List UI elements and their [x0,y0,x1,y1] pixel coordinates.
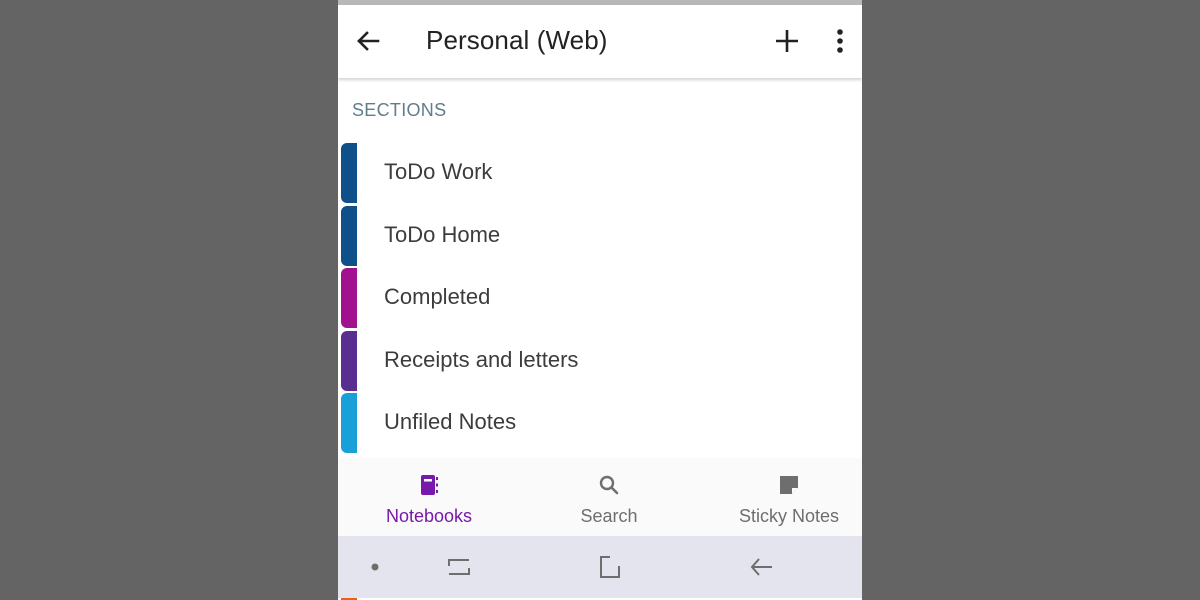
more-vertical-icon [837,29,843,53]
system-navigation-bar [338,536,862,598]
section-color-tab [341,143,357,203]
recent-apps-icon [448,559,470,575]
section-item[interactable]: Completed [338,267,862,329]
home-icon [600,556,620,578]
back-button[interactable] [352,25,384,57]
tab-sticky-notes[interactable]: Sticky Notes [734,458,844,536]
tab-search[interactable]: Search [558,458,660,536]
recent-apps-button[interactable] [443,552,475,582]
section-label: Unfiled Notes [384,409,517,434]
dot-icon [371,563,379,571]
plus-icon [776,30,798,52]
section-label: ToDo Home [384,222,501,247]
page-title: Personal (Web) [426,25,608,55]
bottom-navigation: Notebooks Search Sticky Notes [338,458,862,536]
system-back-button[interactable] [745,552,777,582]
sections-header: SECTIONS [352,100,447,120]
search-icon [599,475,619,495]
section-label: Receipts and letters [384,347,579,372]
section-label: ToDo Work [384,159,493,184]
section-label: Completed [384,284,491,309]
more-options-button[interactable] [834,25,846,57]
add-section-button[interactable] [772,25,802,57]
section-item[interactable]: Receipts and letters [338,330,862,392]
tab-label: Sticky Notes [738,506,840,526]
section-color-tab [341,393,357,453]
sticky-note-icon [780,476,798,494]
home-button[interactable] [594,552,626,582]
app-bar: Personal (Web) [338,5,862,78]
section-color-tab [341,331,357,391]
section-color-tab [341,206,357,266]
tab-label: Notebooks [385,506,473,526]
sections-list: SECTIONS ToDo Work ToDo Home Completed R… [338,78,862,458]
assistant-dot-button[interactable] [359,552,391,582]
phone-screen: Personal (Web) SECTIONS ToDo Work ToDo H… [338,0,862,600]
tab-notebooks[interactable]: Notebooks [368,458,490,536]
back-icon [750,558,772,576]
tab-label: Search [580,506,638,526]
section-color-tab [341,268,357,328]
section-item[interactable]: Unfiled Notes [338,392,862,454]
section-item[interactable]: ToDo Home [338,205,862,267]
arrow-left-icon [357,31,380,51]
section-item[interactable]: ToDo Work [338,142,862,204]
notebook-icon [421,475,438,495]
